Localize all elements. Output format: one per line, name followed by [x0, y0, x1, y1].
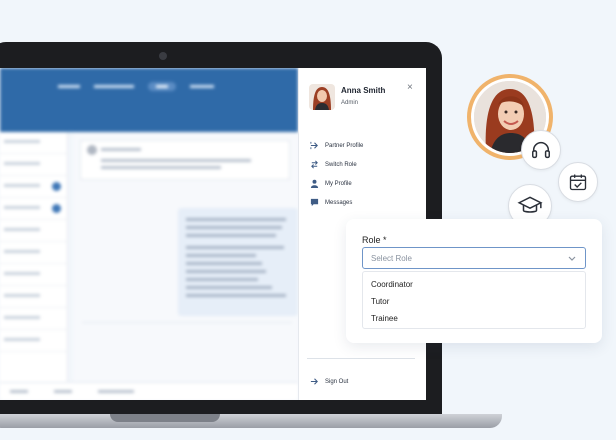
laptop-camera [159, 52, 167, 60]
menu-item-my-profile[interactable]: My Profile [309, 174, 363, 193]
role-options-list: Coordinator Tutor Trainee [362, 271, 586, 329]
menu-item-label: Partner Profile [325, 142, 364, 149]
role-option-tutor[interactable]: Tutor [363, 293, 585, 310]
role-selector-card: Role * Select Role Coordinator Tutor Tra… [346, 219, 602, 343]
avatar [309, 84, 335, 110]
role-option-trainee[interactable]: Trainee [363, 310, 585, 327]
arrow-right-icon [309, 141, 319, 151]
background-chat-area [74, 132, 298, 382]
user-name: Anna Smith [341, 86, 386, 95]
sign-out-icon [309, 377, 319, 387]
message-icon [309, 198, 319, 208]
divider [307, 358, 415, 359]
user-role: Admin [341, 100, 359, 106]
user-icon [309, 179, 319, 189]
role-select-placeholder: Select Role [371, 253, 412, 263]
profile-menu: Partner Profile Switch Role My Profile M… [309, 136, 363, 212]
switch-icon [309, 160, 319, 170]
laptop-base [0, 414, 502, 428]
background-header [0, 68, 298, 132]
menu-item-label: Switch Role [325, 161, 357, 168]
background-nav [58, 82, 214, 91]
role-option-coordinator[interactable]: Coordinator [363, 276, 585, 293]
background-conversation-list [0, 132, 68, 382]
sign-out-label: Sign Out [325, 378, 349, 385]
calendar-check-icon [558, 162, 598, 202]
menu-item-messages[interactable]: Messages [309, 193, 363, 212]
headset-icon [521, 130, 561, 170]
menu-item-label: My Profile [325, 180, 352, 187]
menu-item-label: Messages [325, 199, 353, 206]
background-footer [0, 382, 298, 400]
background-app-blurred [0, 68, 298, 400]
laptop-notch [110, 414, 220, 422]
menu-item-partner-profile[interactable]: Partner Profile [309, 136, 363, 155]
role-label: Role * [362, 235, 387, 245]
role-select[interactable]: Select Role [362, 247, 586, 269]
chevron-down-icon [567, 253, 577, 265]
close-icon[interactable]: × [407, 82, 413, 93]
sign-out-button[interactable]: Sign Out [309, 372, 348, 391]
menu-item-switch-role[interactable]: Switch Role [309, 155, 363, 174]
